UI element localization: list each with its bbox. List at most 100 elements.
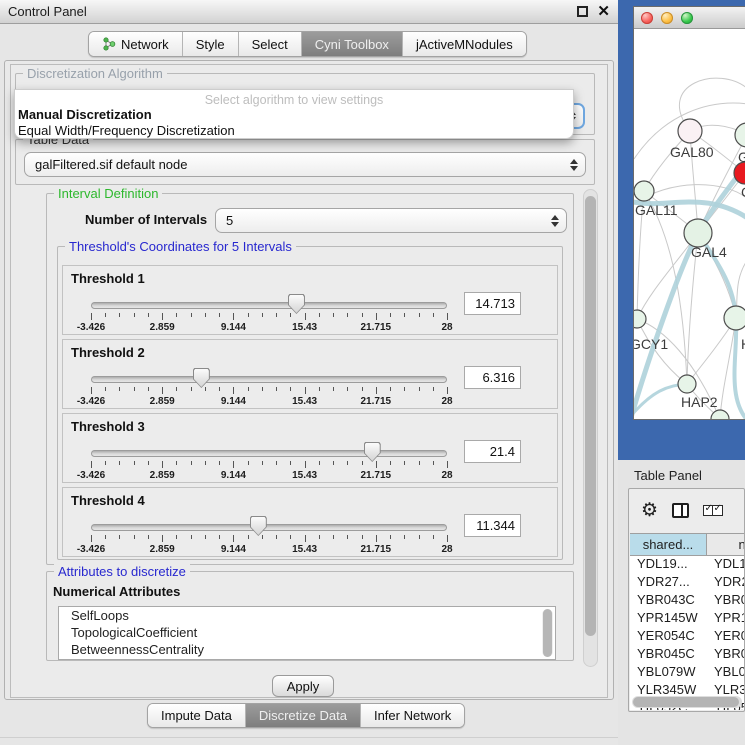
float-icon[interactable] xyxy=(577,6,588,17)
split-view-icon[interactable] xyxy=(672,503,689,518)
tick-mark xyxy=(248,313,249,317)
column-header[interactable]: shared... xyxy=(630,534,707,555)
attribute-list-item[interactable]: SelfLoops xyxy=(59,607,555,624)
table-horizontal-scrollbar[interactable] xyxy=(632,696,742,708)
tab-discretize-data[interactable]: Discretize Data xyxy=(245,704,360,727)
threshold-value-field[interactable] xyxy=(464,366,521,389)
tick-mark xyxy=(191,535,192,539)
tab-select[interactable]: Select xyxy=(238,32,301,56)
attribute-list-item[interactable]: BetweennessCentrality xyxy=(59,641,555,658)
tick-mark xyxy=(290,313,291,317)
tick-mark xyxy=(134,535,135,539)
table-row[interactable]: YER054CYER054C xyxy=(630,628,744,646)
tab-network[interactable]: Network xyxy=(89,32,182,56)
tick-mark xyxy=(347,313,348,317)
network-node[interactable] xyxy=(735,123,745,147)
scrollbar-thumb[interactable] xyxy=(585,196,596,636)
tick-label: 21.715 xyxy=(361,396,392,407)
tick-mark xyxy=(290,461,291,465)
tick-mark xyxy=(162,461,163,468)
threshold-value-field[interactable] xyxy=(464,514,521,537)
network-node-label: GAL4 xyxy=(691,244,727,260)
table-cell: YER054C xyxy=(707,628,744,646)
network-node-label: GAL11 xyxy=(635,202,678,218)
tab-cyni-toolbox[interactable]: Cyni Toolbox xyxy=(301,32,402,56)
tick-mark xyxy=(91,313,92,320)
tick-mark xyxy=(404,535,405,539)
network-node[interactable] xyxy=(678,119,702,143)
tick-mark xyxy=(119,313,120,317)
slider-handle[interactable] xyxy=(288,294,305,314)
gear-icon[interactable]: ⚙ xyxy=(641,501,658,520)
tab-label: Style xyxy=(196,37,225,52)
settings-scrollbar[interactable] xyxy=(583,189,598,667)
table-row[interactable]: YBL079WYBL079W xyxy=(630,664,744,682)
table-row[interactable]: YBR045CYBR045C xyxy=(630,646,744,664)
table-data-value: galFiltered.sif default node xyxy=(35,157,187,172)
tick-label: -3.426 xyxy=(77,322,105,333)
scrollbar-thumb[interactable] xyxy=(633,697,739,707)
attribute-list-item[interactable]: TopologicalCoefficient xyxy=(59,624,555,641)
slider-handle[interactable] xyxy=(193,368,210,388)
popup-item-manual-discretization[interactable]: Manual Discretization xyxy=(15,107,573,123)
tick-mark xyxy=(248,461,249,465)
threshold-value-field[interactable] xyxy=(464,292,521,315)
network-node-label: GCY1 xyxy=(634,336,668,352)
tab-style[interactable]: Style xyxy=(182,32,238,56)
tab-jactivemnodules[interactable]: jActiveMNodules xyxy=(402,32,526,56)
tab-infer-network[interactable]: Infer Network xyxy=(360,704,464,727)
tick-mark xyxy=(191,387,192,391)
slider-track[interactable] xyxy=(91,376,447,383)
network-node-label: H xyxy=(741,336,745,352)
zoom-traffic-light-icon[interactable] xyxy=(681,12,693,24)
tick-mark xyxy=(390,313,391,317)
tick-label: 9.144 xyxy=(221,544,246,555)
tick-mark xyxy=(219,535,220,539)
slider-handle[interactable] xyxy=(250,516,267,536)
table-row[interactable]: YBR043CYBR043C xyxy=(630,592,744,610)
thresholds-group: Threshold's Coordinates for 5 Intervals … xyxy=(57,246,563,560)
network-view-window[interactable]: GAL80GCGAL11GAL4GCY1HHAP2 xyxy=(633,6,745,420)
checkbox-checked-icon[interactable] xyxy=(712,505,723,516)
apply-button[interactable]: Apply xyxy=(272,675,334,697)
numerical-attributes-list[interactable]: SelfLoopsTopologicalCoefficientBetweenne… xyxy=(58,606,556,660)
tab-label: Select xyxy=(252,37,288,52)
close-icon[interactable]: ✕ xyxy=(597,6,610,17)
slider-track[interactable] xyxy=(91,302,447,309)
control-panel-titlebar: Control Panel ✕ xyxy=(0,0,618,24)
table-data-combobox[interactable]: galFiltered.sif default node xyxy=(24,152,586,177)
tick-mark xyxy=(219,387,220,391)
table-row[interactable]: YDR27...YDR27... xyxy=(630,574,744,592)
network-node[interactable] xyxy=(634,181,654,201)
network-node[interactable] xyxy=(684,219,712,247)
tab-impute-data[interactable]: Impute Data xyxy=(148,704,245,727)
network-node[interactable] xyxy=(634,310,646,328)
network-node[interactable] xyxy=(678,375,696,393)
slider-ticks xyxy=(91,387,447,396)
tick-mark xyxy=(105,313,106,317)
network-canvas[interactable]: GAL80GCGAL11GAL4GCY1HHAP2 xyxy=(634,29,745,420)
tick-mark xyxy=(233,387,234,394)
slider-ticks xyxy=(91,535,447,544)
network-node[interactable] xyxy=(711,410,729,420)
tick-mark xyxy=(91,461,92,468)
table-row[interactable]: YPR145WYPR145W xyxy=(630,610,744,628)
network-node[interactable] xyxy=(724,306,745,330)
column-header[interactable]: n... xyxy=(707,534,744,555)
table-row[interactable]: YDL19...YDL19... xyxy=(630,556,744,574)
tick-mark xyxy=(233,313,234,320)
slider-track[interactable] xyxy=(91,450,447,457)
number-of-intervals-label: Number of Intervals xyxy=(85,212,207,227)
popup-item-equal-width-frequency-discretization[interactable]: Equal Width/Frequency Discretization xyxy=(15,123,573,139)
panel-title: Control Panel xyxy=(8,4,87,19)
close-traffic-light-icon[interactable] xyxy=(641,12,653,24)
threshold-value-field[interactable] xyxy=(464,440,521,463)
tick-mark xyxy=(233,535,234,542)
attributes-scrollbar[interactable] xyxy=(542,609,553,657)
tick-mark xyxy=(191,461,192,465)
minimize-traffic-light-icon[interactable] xyxy=(661,12,673,24)
number-of-intervals-combobox[interactable]: 5 xyxy=(215,208,567,233)
tick-mark xyxy=(333,461,334,465)
slider-handle[interactable] xyxy=(364,442,381,462)
slider-track[interactable] xyxy=(91,524,447,531)
